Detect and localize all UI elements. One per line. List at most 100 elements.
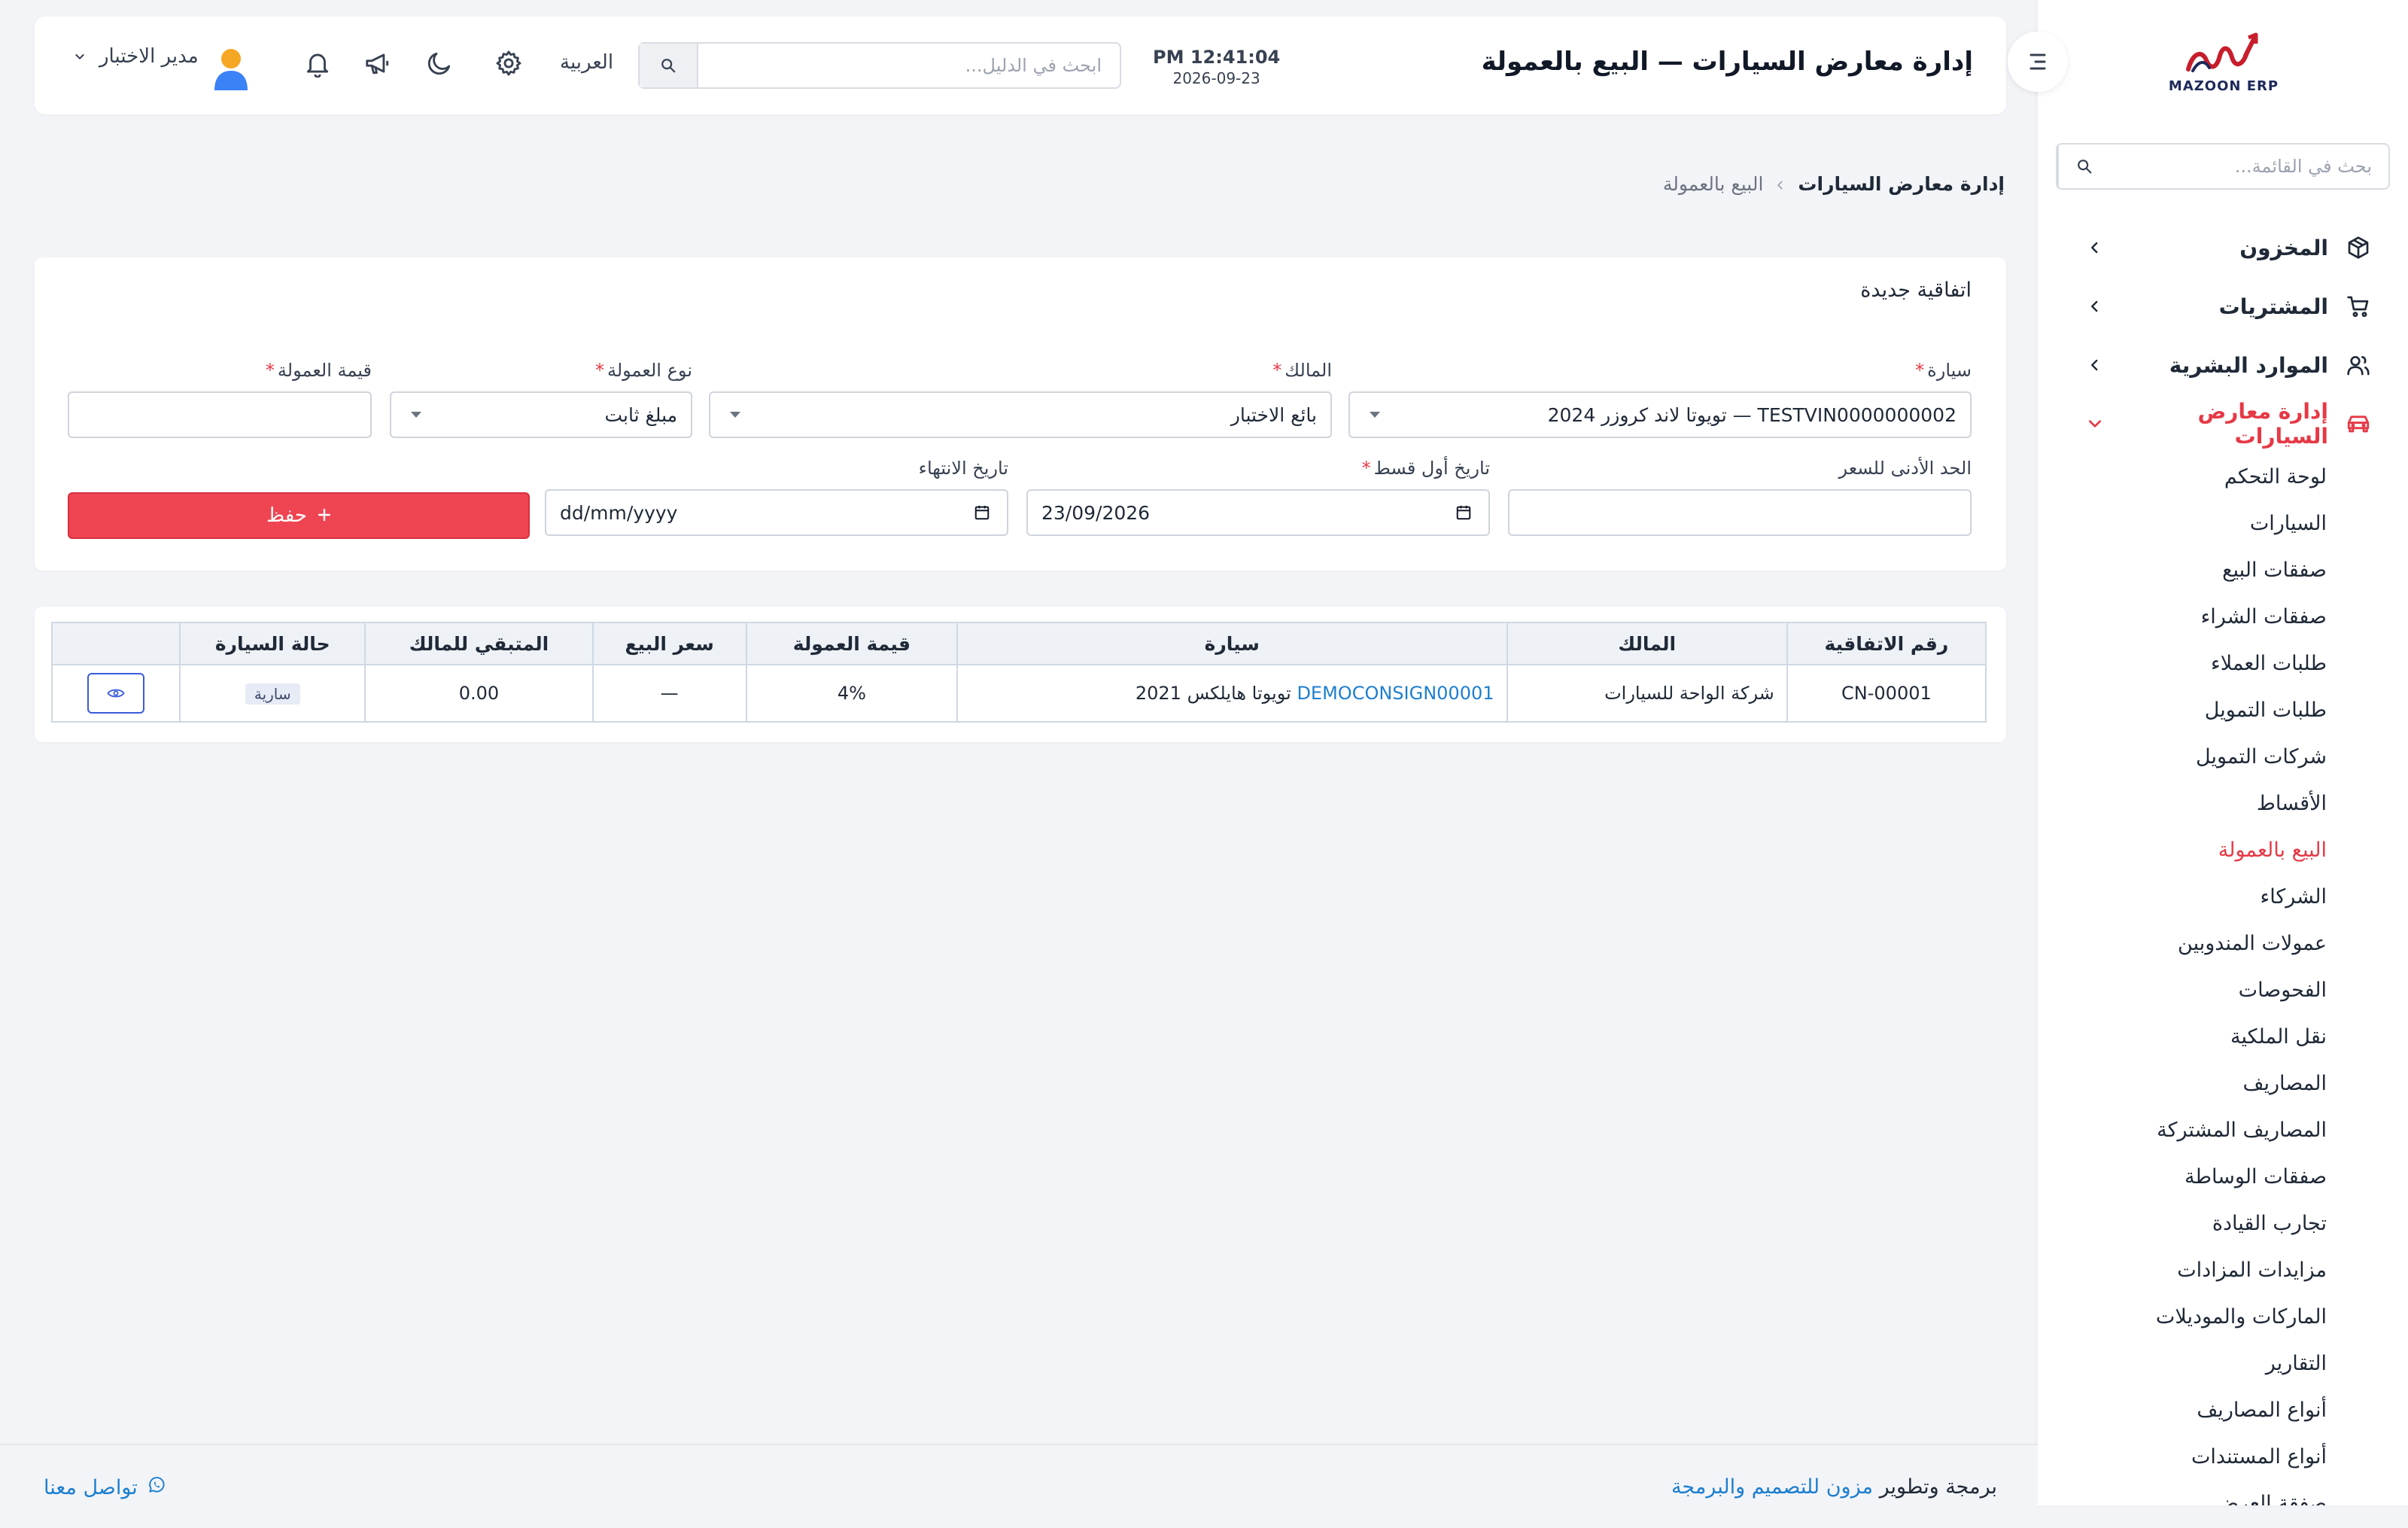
remaining-cell: 0.00 (364, 664, 594, 723)
sidebar-subitem[interactable]: صفقات الوساطة (2038, 1153, 2327, 1200)
plus-icon (318, 504, 331, 527)
sidebar-subitem[interactable]: التقارير (2038, 1340, 2327, 1386)
owner-cell: شركة الواحة للسيارات (1506, 664, 1788, 723)
sidebar-item-inventory[interactable]: المخزون (2038, 218, 2408, 277)
contact-link[interactable]: تواصل معنا (44, 1475, 166, 1500)
sidebar-subitem[interactable]: المصاريف (2038, 1060, 2327, 1106)
sidebar-item-purchases[interactable]: المشتريات (2038, 277, 2408, 336)
min-price-input[interactable] (1508, 489, 1972, 536)
select-value: بائع الاختبار (1230, 403, 1317, 426)
owner-field: المالك* بائع الاختبار (709, 360, 1332, 438)
sidebar-collapse-button[interactable] (2008, 32, 2068, 92)
sidebar-subitem[interactable]: أنواع المستندات (2038, 1433, 2327, 1480)
column-header[interactable]: سعر البيع (591, 622, 747, 665)
current-time: PM 12:41:04 (1153, 47, 1281, 68)
sidebar-subitem[interactable]: المصاريف المشتركة (2038, 1106, 2327, 1153)
column-header[interactable]: سيارة (956, 622, 1508, 665)
sidebar-subitem[interactable]: الشركاء (2038, 873, 2327, 920)
sidebar: MAZOON ERP المخزون المشت (2038, 0, 2408, 1505)
sidebar-subitem[interactable]: طلبات العملاء (2038, 640, 2327, 686)
search-icon[interactable] (640, 44, 698, 87)
sale-price-cell: — (591, 664, 747, 723)
sidebar-subitem[interactable]: نقل الملكية (2038, 1013, 2327, 1060)
car-field: سيارة* TESTVIN0000000002 — تويوتا لاند ك… (1348, 360, 1972, 438)
save-button[interactable]: حفظ (68, 492, 530, 539)
avatar[interactable] (212, 47, 250, 90)
chevron-left-icon (2086, 356, 2104, 374)
bell-icon[interactable] (303, 48, 333, 78)
sidebar-subitem[interactable]: تجارب القيادة (2038, 1200, 2327, 1246)
date-value: 23/09/2026 (1041, 501, 1151, 524)
directory-search-input[interactable] (698, 44, 1120, 87)
user-menu[interactable]: مدير الاختبار (72, 45, 199, 68)
first-installment-field: تاريخ أول قسط* 23/09/2026 (1026, 458, 1490, 536)
column-header[interactable]: رقم الاتفاقية (1786, 622, 1987, 665)
footer: برمجة وتطوير مزون للتصميم والبرمجة تواصل… (0, 1444, 2038, 1528)
app-logo[interactable]: MAZOON ERP (2167, 30, 2280, 105)
view-button[interactable] (87, 673, 145, 714)
eye-icon (107, 689, 125, 698)
commission-type-select[interactable]: مبلغ ثابت (390, 391, 692, 438)
megaphone-icon[interactable] (363, 48, 393, 78)
sidebar-item-label: الموارد البشرية (2169, 352, 2328, 378)
sidebar-item-label: المشتريات (2218, 294, 2328, 319)
breadcrumb-current: البيع بالعمولة (1662, 173, 1764, 195)
sidebar-subitem[interactable]: طلبات التمويل (2038, 686, 2327, 733)
credit-text: برمجة وتطوير (1879, 1475, 1997, 1499)
sidebar-item-car-showrooms[interactable]: إدارة معارض السيارات (2038, 394, 2408, 453)
car-select[interactable]: TESTVIN0000000002 — تويوتا لاند كروزر 20… (1348, 391, 1972, 438)
caret-down-icon (1364, 407, 1386, 422)
agreements-table-card: رقم الاتفاقية المالك سيارة قيمة العمولة … (35, 607, 2006, 742)
sidebar-subitem[interactable]: مزايدات المزادات (2038, 1246, 2327, 1293)
calendar-icon[interactable] (1452, 505, 1475, 520)
sidebar-subitem[interactable]: لوحة التحكم (2038, 453, 2327, 500)
sidebar-search-input[interactable] (2110, 145, 2388, 188)
select-value: TESTVIN0000000002 — تويوتا لاند كروزر 20… (1547, 403, 1956, 426)
column-header[interactable]: المالك (1506, 622, 1788, 665)
column-header[interactable]: قيمة العمولة (745, 622, 958, 665)
first-installment-date-input[interactable]: 23/09/2026 (1026, 489, 1490, 536)
column-header[interactable]: المتبقي للمالك (364, 622, 594, 665)
sidebar-subitem[interactable]: عمولات المندوبين (2038, 920, 2327, 966)
end-date-input[interactable]: dd/mm/yyyy (545, 489, 1008, 536)
gear-icon[interactable] (494, 48, 524, 78)
car-icon (2345, 410, 2372, 437)
logo-text: MAZOON ERP (2168, 78, 2279, 94)
car-cell: DEMOCONSIGN00001 تويوتا هايلكس 2021 (956, 664, 1508, 723)
contact-label: تواصل معنا (44, 1476, 138, 1499)
whatsapp-icon (147, 1475, 166, 1500)
calendar-icon[interactable] (971, 505, 993, 520)
search-icon[interactable] (2057, 145, 2110, 188)
sidebar-subitem[interactable]: أنواع المصاريف (2038, 1386, 2327, 1433)
table-header-row: رقم الاتفاقية المالك سيارة قيمة العمولة … (50, 622, 1987, 665)
sidebar-subitem[interactable]: شركات التمويل (2038, 733, 2327, 780)
credit-brand-link[interactable]: مزون للتصميم والبرمجة (1671, 1475, 1873, 1499)
sidebar-subitem[interactable]: الماركات والموديلات (2038, 1293, 2327, 1340)
car-link[interactable]: DEMOCONSIGN00001 (1297, 683, 1494, 704)
car-name: تويوتا هايلكس 2021 (1135, 683, 1291, 704)
breadcrumb-root[interactable]: إدارة معارض السيارات (1798, 173, 2005, 195)
sidebar-item-hr[interactable]: الموارد البشرية (2038, 336, 2408, 394)
sidebar-subitem[interactable]: البيع بالعمولة (2038, 826, 2327, 873)
field-label: المالك* (1272, 360, 1332, 381)
users-icon (2345, 352, 2372, 379)
owner-select[interactable]: بائع الاختبار (709, 391, 1332, 438)
sidebar-subitem[interactable]: صفقات الشراء (2038, 593, 2327, 640)
caret-down-icon (405, 407, 427, 422)
sidebar-subitem[interactable]: الفحوصات (2038, 966, 2327, 1013)
agreement-number-cell: CN-00001 (1786, 664, 1987, 723)
column-header[interactable]: حالة السيارة (179, 622, 366, 665)
select-value: مبلغ ثابت (604, 403, 677, 426)
table-row[interactable]: CN-00001 شركة الواحة للسيارات DEMOCONSIG… (50, 664, 1987, 723)
sidebar-scroll-area[interactable]: MAZOON ERP المخزون المشت (2038, 0, 2408, 1505)
footer-credit: برمجة وتطوير مزون للتصميم والبرمجة (1671, 1475, 1997, 1499)
current-date: 2026-09-23 (1172, 69, 1260, 87)
sidebar-subitem[interactable]: صفقات البيع (2038, 546, 2327, 593)
sidebar-subitem[interactable]: الأقساط (2038, 780, 2327, 826)
sidebar-subitem[interactable]: السيارات (2038, 500, 2327, 546)
commission-value-input[interactable] (68, 391, 372, 438)
language-switcher[interactable]: العربية (560, 51, 613, 74)
moon-icon[interactable] (424, 48, 455, 78)
sidebar-subitem[interactable]: صفقة العرض (2038, 1480, 2327, 1506)
commission-cell: 4% (745, 664, 958, 723)
